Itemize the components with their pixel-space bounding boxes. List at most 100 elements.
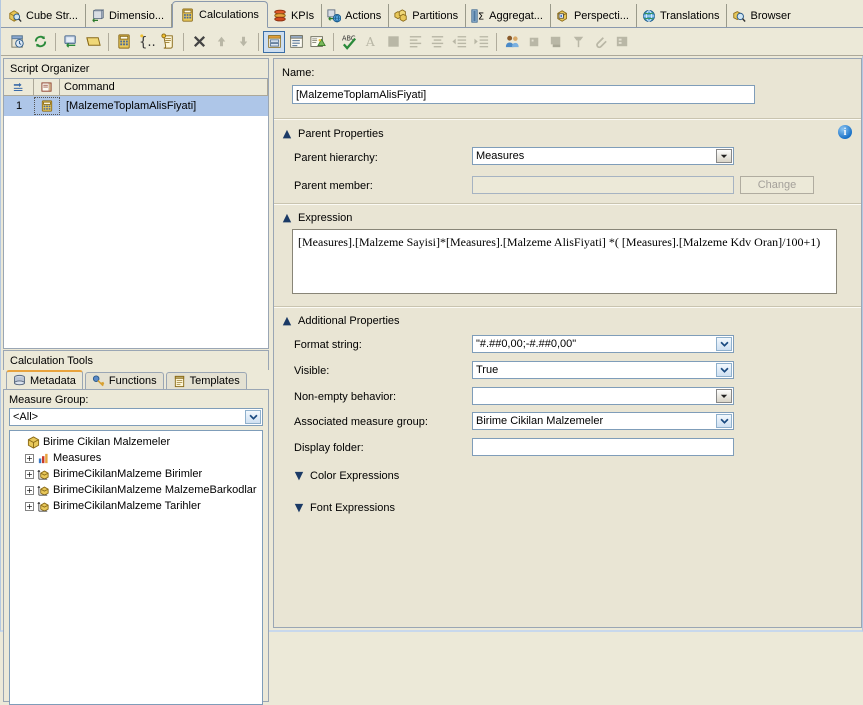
tab-metadata[interactable]: Metadata (6, 370, 83, 389)
tab-dimension-usage[interactable]: Dimensio... (86, 4, 173, 27)
expression-value: [Measures].[Malzeme Sayisi]*[Measures].[… (298, 235, 821, 249)
format-string-value: "#.##0,00;-#.##0,00" (476, 338, 577, 350)
tab-calculations[interactable]: Calculations (172, 1, 268, 28)
tab-functions[interactable]: Functions (84, 372, 164, 389)
expression-section-header[interactable]: ▲ Expression (282, 210, 353, 226)
expand-icon[interactable]: + (25, 453, 34, 463)
new-set-button[interactable]: {..} (135, 31, 157, 53)
dimension-icon (92, 8, 104, 22)
parent-properties-section-header[interactable]: ▲ Parent Properties (282, 126, 384, 142)
associated-measure-group-select[interactable]: Birime Cikilan Malzemeler (472, 412, 734, 430)
process-button[interactable] (523, 31, 545, 53)
color-button[interactable] (382, 31, 404, 53)
column-header-command[interactable]: Command (60, 79, 268, 96)
tab-actions[interactable]: Actions (322, 4, 390, 27)
measure-group-label: Measure Group: (9, 394, 89, 406)
tab-templates[interactable]: Templates (165, 372, 247, 389)
spell-check-button[interactable]: ABC (338, 31, 360, 53)
chevron-down-icon[interactable] (716, 363, 732, 377)
tab-translations[interactable]: Translations (637, 4, 728, 27)
tab-browser[interactable]: Browser (727, 4, 797, 27)
properties-button[interactable] (611, 31, 633, 53)
expand-icon[interactable]: + (25, 501, 34, 511)
measure-group-value: <All> (13, 411, 39, 423)
decrease-indent-button[interactable] (448, 31, 470, 53)
toolbar-separator (108, 32, 109, 51)
non-empty-behavior-select[interactable] (472, 387, 734, 405)
chevron-down-icon[interactable] (716, 149, 732, 163)
info-icon[interactable]: i (838, 125, 852, 139)
font-button[interactable]: A (360, 31, 382, 53)
new-script-command-button[interactable] (60, 31, 82, 53)
divider (274, 118, 861, 120)
measure-group-select[interactable]: <All> (9, 408, 263, 426)
associated-measure-group-label: Associated measure group: (294, 416, 428, 428)
table-row[interactable]: 1 [MalzemeToplamAlisFiyati] (4, 96, 268, 116)
change-button[interactable]: Change (740, 176, 814, 194)
dimension-axes-icon (37, 469, 49, 480)
color-expressions-section-header[interactable]: ▼ Color Expressions (294, 468, 400, 484)
script-view-button[interactable] (285, 31, 307, 53)
section-title: Color Expressions (310, 470, 400, 482)
roles-button[interactable] (501, 31, 523, 53)
tab-perspectives[interactable]: Perspecti... (551, 4, 637, 27)
delete-button[interactable] (188, 31, 210, 53)
font-expressions-section-header[interactable]: ▼ Font Expressions (294, 500, 395, 516)
tab-label: Calculations (199, 8, 259, 21)
align-left-button[interactable] (404, 31, 426, 53)
format-string-select[interactable]: "#.##0,00;-#.##0,00" (472, 335, 734, 353)
chevron-down-icon[interactable] (716, 337, 732, 351)
script-organizer-grid[interactable]: Command 1 [MalzemeToplamAlisFiyati] (3, 78, 269, 349)
tree-node-dimension-birimler[interactable]: + BirimeCikilanMalzeme Birimler (12, 466, 260, 482)
expand-icon[interactable]: + (25, 485, 34, 495)
parent-member-input[interactable] (472, 176, 734, 194)
new-calculation-button[interactable] (113, 31, 135, 53)
measures-icon (38, 453, 48, 463)
script-view-icon (289, 35, 303, 48)
tree-node-cube[interactable]: Birime Cikilan Malzemeler (12, 434, 260, 450)
calculator-icon (182, 7, 193, 22)
expression-textarea[interactable]: [Measures].[Malzeme Sayisi]*[Measures].[… (292, 229, 837, 294)
align-center-button[interactable] (426, 31, 448, 53)
calculation-form-pane: Name: [MalzemeToplamAlisFiyati] ▲ Parent… (273, 58, 862, 628)
calculation-properties-button[interactable] (307, 31, 329, 53)
new-script-button[interactable] (157, 31, 179, 53)
new-calculated-member-button[interactable] (7, 31, 29, 53)
expand-icon[interactable]: + (25, 469, 34, 479)
refresh-button[interactable] (29, 31, 51, 53)
visible-select[interactable]: True (472, 361, 734, 379)
parent-hierarchy-select[interactable]: Measures (472, 147, 734, 165)
tree-node-dimension-tarihler[interactable]: + BirimeCikilanMalzeme Tarihler (12, 498, 260, 514)
tab-cube-structure[interactable]: Cube Str... (3, 4, 86, 27)
column-header-icon[interactable] (34, 79, 60, 96)
increase-indent-button[interactable] (470, 31, 492, 53)
tab-aggregations[interactable]: Σ Aggregat... (466, 4, 551, 27)
chevron-down-icon[interactable] (716, 414, 732, 428)
name-input[interactable]: [MalzemeToplamAlisFiyati] (292, 85, 755, 104)
tab-partitions[interactable]: Partitions (389, 4, 467, 27)
calculation-tools-tabstrip: Metadata Functions Templates (3, 370, 269, 389)
tree-node-dimension-malzemebarkodlar[interactable]: + BirimeCikilanMalzeme MalzemeBarkodlar (12, 482, 260, 498)
display-folder-input[interactable] (472, 438, 734, 456)
left-pane: Script Organizer Command 1 [MalzemeTopla… (3, 58, 269, 705)
chevron-down-icon[interactable] (245, 410, 261, 424)
dimension-axes-icon (37, 501, 49, 512)
move-down-button[interactable] (232, 31, 254, 53)
attach-button[interactable] (589, 31, 611, 53)
column-header-index[interactable] (4, 79, 34, 96)
tab-kpis[interactable]: KPIs (268, 4, 323, 27)
new-named-set-button[interactable] (82, 31, 104, 53)
deploy-button[interactable] (545, 31, 567, 53)
perspectives-icon (557, 9, 567, 22)
tree-node-measures[interactable]: + Measures (12, 450, 260, 466)
svg-text:{..}: {..} (138, 35, 154, 50)
tab-label: Templates (189, 375, 240, 387)
metadata-tree[interactable]: Birime Cikilan Malzemeler + Measures + B… (9, 430, 263, 705)
calculation-row-icon (34, 97, 60, 115)
pin-button[interactable] (567, 31, 589, 53)
form-view-button[interactable] (263, 30, 285, 53)
calculations-designer-window: Cube Str... Dimensio... Calculations KPI… (0, 0, 863, 705)
move-up-button[interactable] (210, 31, 232, 53)
additional-properties-section-header[interactable]: ▲ Additional Properties (282, 313, 400, 329)
chevron-down-icon[interactable] (716, 389, 732, 403)
